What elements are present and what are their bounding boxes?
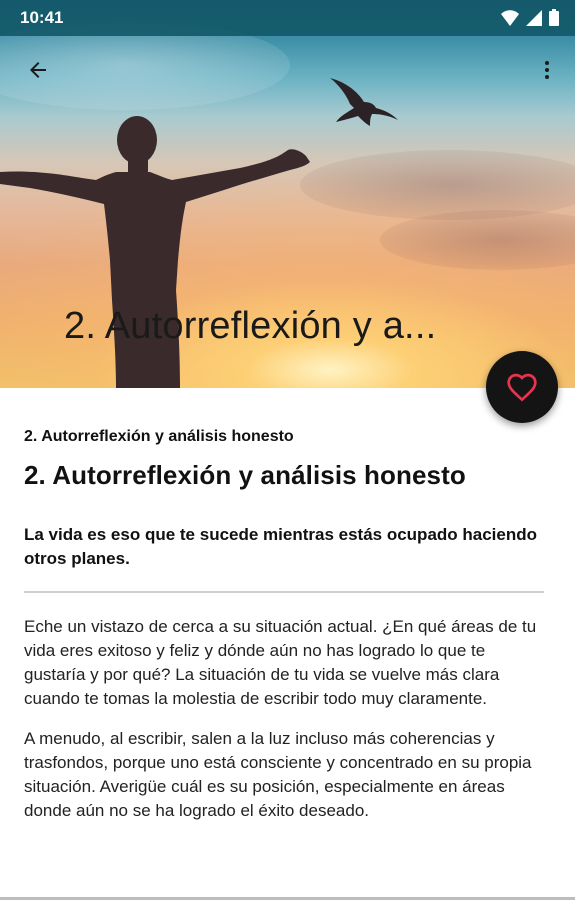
divider — [24, 591, 544, 593]
heart-outline-icon — [507, 373, 537, 402]
favorite-button[interactable] — [486, 351, 558, 423]
more-options-button[interactable] — [527, 50, 567, 90]
arrow-back-icon — [30, 62, 46, 78]
header-image: 10:41 2. Autorreflexión y a... — [0, 0, 575, 388]
article-paragraph: Eche un vistazo de cerca a su situación … — [24, 617, 537, 708]
wifi-icon — [501, 9, 519, 26]
more-vert-icon — [545, 61, 549, 79]
signal-icon — [526, 9, 542, 26]
bird-silhouette — [330, 78, 398, 126]
battery-icon — [549, 9, 559, 26]
hero-title: 2. Autorreflexión y a... — [64, 305, 437, 347]
back-button[interactable] — [18, 50, 58, 90]
status-time: 10:41 — [20, 8, 64, 27]
article-paragraph: A menudo, al escribir, salen a la luz in… — [24, 729, 532, 820]
article-quote: La vida es eso que te sucede mientras es… — [24, 525, 538, 568]
article-content: 2. Autorreflexión y análisis honesto 2. … — [24, 428, 544, 823]
article-title: 2. Autorreflexión y análisis honesto — [24, 460, 466, 490]
article-breadcrumb: 2. Autorreflexión y análisis honesto — [24, 428, 294, 445]
cloud — [300, 150, 575, 220]
status-bar: 10:41 — [0, 0, 575, 36]
cloud — [380, 210, 575, 270]
status-icons — [501, 9, 559, 26]
